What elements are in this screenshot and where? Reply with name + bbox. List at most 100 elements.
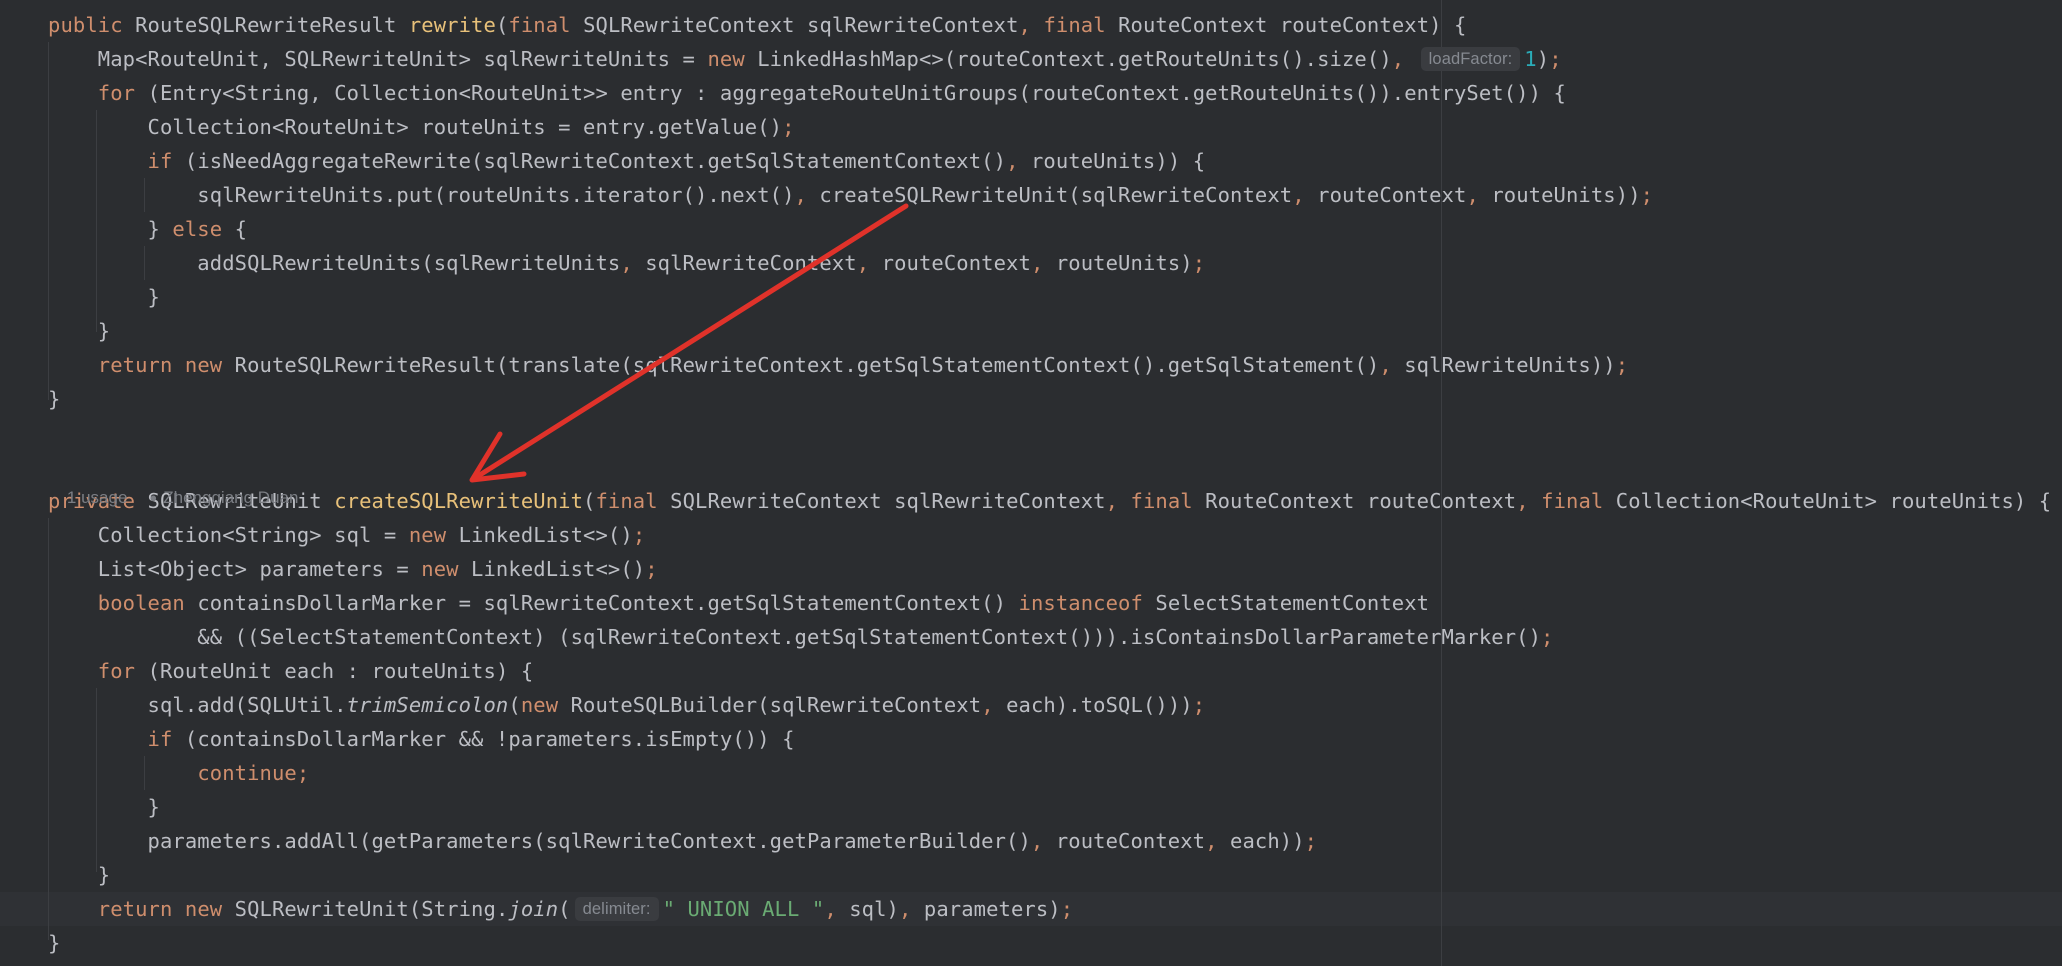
- code-token: createSQLRewriteUnit: [334, 489, 584, 513]
- code-token: routeUnits): [1055, 251, 1193, 275]
- code-line[interactable]: }: [48, 858, 110, 892]
- code-token: ,: [794, 183, 820, 207]
- code-token: final: [1130, 489, 1206, 513]
- code-line[interactable]: }: [48, 382, 60, 416]
- code-token: final: [1043, 13, 1119, 37]
- code-token: ;: [1304, 829, 1318, 853]
- code-token: ,: [981, 693, 1007, 717]
- code-token: routeContext: [881, 251, 1031, 275]
- code-token: createSQLRewriteUnit(sqlRewriteContext: [819, 183, 1293, 207]
- code-token: ;: [1640, 183, 1654, 207]
- code-line[interactable]: && ((SelectStatementContext) (sqlRewrite…: [48, 620, 1554, 654]
- code-line[interactable]: if (containsDollarMarker && !parameters.…: [48, 722, 795, 756]
- code-line[interactable]: parameters.addAll(getParameters(sqlRewri…: [48, 824, 1317, 858]
- code-token: LinkedList<>(): [458, 523, 633, 547]
- code-token: }: [48, 795, 160, 819]
- code-line[interactable]: boolean containsDollarMarker = sqlRewrit…: [48, 586, 1429, 620]
- code-token: RouteSQLRewriteResult: [135, 13, 409, 37]
- code-token: ,: [898, 897, 924, 921]
- code-token: ;: [1549, 47, 1562, 71]
- code-line[interactable]: }: [48, 790, 160, 824]
- code-line[interactable]: Collection<String> sql = new LinkedList<…: [48, 518, 645, 552]
- code-token: else: [172, 217, 235, 241]
- code-token: (isNeedAggregateRewrite(sqlRewriteContex…: [184, 149, 1007, 173]
- code-line[interactable]: public RouteSQLRewriteResult rewrite(fin…: [48, 8, 1466, 42]
- code-token: ,: [1466, 183, 1492, 207]
- code-token: (: [495, 13, 509, 37]
- code-line[interactable]: continue;: [48, 756, 309, 790]
- code-line[interactable]: Map<RouteUnit, SQLRewriteUnit> sqlRewrit…: [48, 42, 1562, 76]
- code-token: ;: [1192, 693, 1206, 717]
- code-token: instanceof: [1018, 591, 1156, 615]
- code-line[interactable]: sql.add(SQLUtil.trimSemicolon(new RouteS…: [48, 688, 1206, 722]
- code-token: }: [48, 387, 61, 411]
- code-token: continue;: [197, 761, 310, 785]
- code-line[interactable]: return new SQLRewriteUnit(String.join(de…: [48, 892, 1073, 926]
- usage-count-hint[interactable]: 1 usage: [67, 488, 128, 507]
- code-line[interactable]: }: [48, 280, 160, 314]
- code-token: sqlRewriteUnits.put(routeUnits.iterator(…: [48, 183, 795, 207]
- code-token: for: [97, 81, 148, 105]
- code-token: ;: [1615, 353, 1629, 377]
- code-token: ,: [1018, 13, 1044, 37]
- code-token: for: [97, 659, 148, 683]
- code-token: Map<RouteUnit, SQLRewriteUnit> sqlRewrit…: [48, 47, 708, 71]
- right-margin-guide: [1441, 0, 1442, 966]
- code-token: ,: [1292, 183, 1318, 207]
- code-token: new: [421, 557, 472, 581]
- code-token: parameters.addAll(getParameters(sqlRewri…: [48, 829, 1031, 853]
- code-token: {: [234, 217, 248, 241]
- code-line[interactable]: sqlRewriteUnits.put(routeUnits.iterator(…: [48, 178, 1653, 212]
- code-token: SQLRewriteUnit(String.: [234, 897, 509, 921]
- code-line[interactable]: }: [48, 314, 110, 348]
- code-editor[interactable]: public RouteSQLRewriteResult rewrite(fin…: [0, 0, 2062, 966]
- code-token: (: [583, 489, 596, 513]
- code-token: }: [48, 285, 160, 309]
- code-token: }: [48, 217, 173, 241]
- code-token: (RouteUnit each : routeUnits) {: [147, 659, 534, 683]
- code-token: SQLRewriteContext sqlRewriteContext: [583, 13, 1019, 37]
- code-line[interactable]: for (RouteUnit each : routeUnits) {: [48, 654, 533, 688]
- code-line[interactable]: return new RouteSQLRewriteResult(transla…: [48, 348, 1628, 382]
- code-line[interactable]: private SQLRewriteUnit createSQLRewriteU…: [48, 484, 2051, 518]
- code-line[interactable]: addSQLRewriteUnits(sqlRewriteUnits, sqlR…: [48, 246, 1205, 280]
- code-line[interactable]: List<Object> parameters = new LinkedList…: [48, 552, 658, 586]
- code-token: boolean: [97, 591, 198, 615]
- code-token: LinkedHashMap<>(routeContext.getRouteUni…: [757, 47, 1392, 71]
- code-token: }: [48, 931, 61, 955]
- code-token: ,: [1105, 489, 1131, 513]
- code-token: (Entry<String, Collection<RouteUnit>> en…: [147, 81, 1566, 105]
- code-token: final: [508, 13, 584, 37]
- author-hint[interactable]: Zhengqiang Duan: [163, 488, 298, 507]
- code-token: ,: [1391, 47, 1417, 71]
- code-line[interactable]: if (isNeedAggregateRewrite(sqlRewriteCon…: [48, 144, 1206, 178]
- code-token: RouteSQLBuilder(sqlRewriteContext: [570, 693, 982, 717]
- code-token: Collection<RouteUnit> routeUnits) {: [1615, 489, 2052, 513]
- code-token: rewrite: [408, 13, 496, 37]
- code-token: ,: [1030, 251, 1056, 275]
- code-token: sqlRewriteUnits)): [1404, 353, 1616, 377]
- code-token: return new: [97, 353, 235, 377]
- code-token: if: [147, 727, 185, 751]
- code-token: ;: [1541, 625, 1554, 649]
- code-line[interactable]: } else {: [48, 212, 247, 246]
- code-token: ,: [1006, 149, 1031, 173]
- code-line[interactable]: }: [48, 926, 60, 960]
- code-token: RouteContext routeContext) {: [1118, 13, 1467, 37]
- code-token: each).toSQL())): [1006, 693, 1193, 717]
- code-token: join: [508, 897, 559, 921]
- code-line[interactable]: for (Entry<String, Collection<RouteUnit>…: [48, 76, 1566, 110]
- code-token: each)): [1230, 829, 1305, 853]
- code-vision-hints: 1 usage ● Zhengqiang Duan: [48, 453, 299, 507]
- code-token: (containsDollarMarker && !parameters.isE…: [184, 727, 795, 751]
- code-token: SelectStatementContext: [1155, 591, 1430, 615]
- annotation-arrow-head: [469, 431, 527, 483]
- code-token: ,: [856, 251, 882, 275]
- code-line[interactable]: Collection<RouteUnit> routeUnits = entry…: [48, 110, 795, 144]
- person-icon: ●: [149, 490, 158, 505]
